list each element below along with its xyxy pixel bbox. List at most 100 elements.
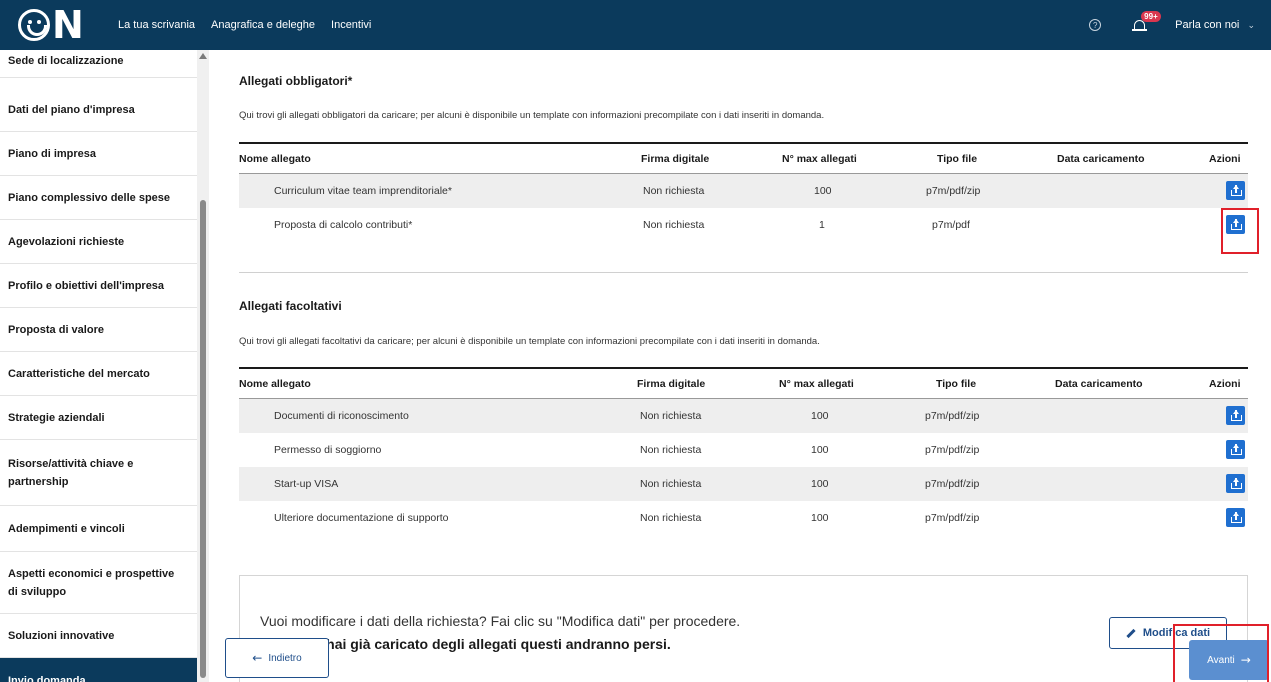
main-content: Allegati obbligatori* Qui trovi gli alle… xyxy=(209,50,1271,682)
cell-max: 100 xyxy=(814,185,832,197)
sidebar-item-risorse[interactable]: Risorse/attività chiave e partnership xyxy=(0,440,197,506)
cell-signature: Non richiesta xyxy=(640,478,702,490)
sidebar-item-proposta-valore[interactable]: Proposta di valore xyxy=(0,308,197,352)
edit-data-panel: Vuoi modificare i dati della richiesta? … xyxy=(239,575,1248,682)
back-button-label: Indietro xyxy=(268,652,302,664)
col-date: Data caricamento xyxy=(1057,153,1145,165)
upload-button[interactable] xyxy=(1226,181,1245,200)
upload-icon xyxy=(1232,511,1239,516)
table-row: Curriculum vitae team imprenditoriale* N… xyxy=(239,174,1248,208)
sidebar-item-dati-piano[interactable]: Dati del piano d'impresa xyxy=(0,88,197,132)
table-header: Nome allegato Firma digitale N° max alle… xyxy=(239,367,1248,399)
highlight-box xyxy=(1221,208,1259,254)
table-row: Permesso di soggiorno Non richiesta 100 … xyxy=(239,433,1248,467)
upload-icon xyxy=(1232,443,1239,448)
cell-name: Proposta di calcolo contributi* xyxy=(274,219,413,231)
cell-signature: Non richiesta xyxy=(643,185,705,197)
sidebar-item-piano-spese[interactable]: Piano complessivo delle spese xyxy=(0,176,197,220)
back-button[interactable]: ← Indietro xyxy=(225,638,329,678)
cell-signature: Non richiesta xyxy=(640,512,702,524)
cell-type: p7m/pdf/zip xyxy=(926,185,981,197)
upload-icon xyxy=(1232,409,1239,414)
cell-type: p7m/pdf/zip xyxy=(925,444,980,456)
section-divider xyxy=(239,272,1248,273)
sidebar-item-soluzioni[interactable]: Soluzioni innovative xyxy=(0,614,197,658)
edit-info-text: Vuoi modificare i dati della richiesta? … xyxy=(260,613,741,629)
sidebar-scrollbar[interactable] xyxy=(197,50,209,682)
sidebar-item-adempimenti[interactable]: Adempimenti e vincoli xyxy=(0,506,197,552)
col-max: N° max allegati xyxy=(779,378,854,390)
col-name: Nome allegato xyxy=(239,153,311,165)
cell-max: 100 xyxy=(811,478,829,490)
cell-type: p7m/pdf/zip xyxy=(925,410,980,422)
sidebar-item-strategie[interactable]: Strategie aziendali xyxy=(0,396,197,440)
scroll-up-icon[interactable] xyxy=(199,53,207,59)
mandatory-description: Qui trovi gli allegati obbligatori da ca… xyxy=(239,110,825,121)
cell-type: p7m/pdf/zip xyxy=(925,478,980,490)
col-type: Tipo file xyxy=(936,378,977,390)
main-nav: La tua scrivania Anagrafica e deleghe In… xyxy=(118,0,387,50)
col-signature: Firma digitale xyxy=(641,153,710,165)
col-max: N° max allegati xyxy=(782,153,857,165)
pencil-icon xyxy=(1126,628,1136,638)
arrow-left-icon: ← xyxy=(252,651,263,665)
sidebar-item-invio[interactable]: Invio domanda xyxy=(0,658,197,682)
header-actions: ? 99+ Parla con noi ⌄ xyxy=(1089,0,1255,50)
col-date: Data caricamento xyxy=(1055,378,1143,390)
cell-type: p7m/pdf xyxy=(932,219,970,231)
upload-button[interactable] xyxy=(1226,508,1245,527)
nav-item-scrivania[interactable]: La tua scrivania xyxy=(118,19,195,31)
bell-base xyxy=(1132,29,1148,31)
upload-button[interactable] xyxy=(1226,440,1245,459)
notifications-bell-icon[interactable]: 99+ xyxy=(1132,11,1161,32)
notification-badge: 99+ xyxy=(1141,11,1161,22)
col-name: Nome allegato xyxy=(239,378,311,390)
smiley-logo-icon xyxy=(18,9,50,41)
scroll-thumb[interactable] xyxy=(200,200,206,678)
upload-button[interactable] xyxy=(1226,474,1245,493)
cell-name: Permesso di soggiorno xyxy=(274,444,382,456)
table-row: Proposta di calcolo contributi* Non rich… xyxy=(239,208,1248,242)
optional-title: Allegati facoltativi xyxy=(239,299,342,313)
table-row: Start-up VISA Non richiesta 100 p7m/pdf/… xyxy=(239,467,1248,501)
cell-type: p7m/pdf/zip xyxy=(925,512,980,524)
upload-button[interactable] xyxy=(1226,406,1245,425)
cell-max: 100 xyxy=(811,512,829,524)
col-type: Tipo file xyxy=(937,153,978,165)
optional-description: Qui trovi gli allegati facoltativi da ca… xyxy=(239,336,820,347)
nav-item-incentivi[interactable]: Incentivi xyxy=(331,19,371,31)
col-signature: Firma digitale xyxy=(637,378,706,390)
cell-name: Documenti di riconoscimento xyxy=(274,410,409,422)
upload-icon xyxy=(1232,184,1239,189)
sidebar-item-agevolazioni[interactable]: Agevolazioni richieste xyxy=(0,220,197,264)
nav-item-anagrafica[interactable]: Anagrafica e deleghe xyxy=(211,19,315,31)
sidebar-steps: Sede di localizzazione Dati del piano d'… xyxy=(0,50,197,682)
cell-name: Curriculum vitae team imprenditoriale* xyxy=(274,185,452,197)
sidebar-item-piano-impresa[interactable]: Piano di impresa xyxy=(0,132,197,176)
cell-max: 100 xyxy=(811,444,829,456)
help-icon[interactable]: ? xyxy=(1089,19,1102,31)
optional-table: Nome allegato Firma digitale N° max alle… xyxy=(239,367,1248,535)
upload-icon xyxy=(1232,477,1239,482)
sidebar-item-aspetti[interactable]: Aspetti economici e prospettive di svilu… xyxy=(0,552,197,614)
cell-signature: Non richiesta xyxy=(643,219,705,231)
highlight-box xyxy=(1173,624,1269,682)
app-logo[interactable]: N xyxy=(18,6,84,44)
logo-letter: N xyxy=(52,3,84,47)
col-actions: Azioni xyxy=(1209,378,1241,390)
cell-name: Ulteriore documentazione di supporto xyxy=(274,512,449,524)
chevron-down-icon: ⌄ xyxy=(1247,20,1255,30)
mandatory-table: Nome allegato Firma digitale N° max alle… xyxy=(239,142,1248,242)
cell-max: 100 xyxy=(811,410,829,422)
cell-signature: Non richiesta xyxy=(640,444,702,456)
mandatory-title: Allegati obbligatori* xyxy=(239,74,353,88)
sidebar-item-sede[interactable]: Sede di localizzazione xyxy=(0,50,197,78)
sidebar-item-profilo[interactable]: Profilo e obiettivi dell'impresa xyxy=(0,264,197,308)
cell-signature: Non richiesta xyxy=(640,410,702,422)
cell-name: Start-up VISA xyxy=(274,478,339,490)
chat-menu[interactable]: Parla con noi ⌄ xyxy=(1175,19,1255,31)
top-navbar: N La tua scrivania Anagrafica e deleghe … xyxy=(0,0,1271,50)
cell-max: 1 xyxy=(819,219,825,231)
sidebar-item-mercato[interactable]: Caratteristiche del mercato xyxy=(0,352,197,396)
col-actions: Azioni xyxy=(1209,153,1241,165)
